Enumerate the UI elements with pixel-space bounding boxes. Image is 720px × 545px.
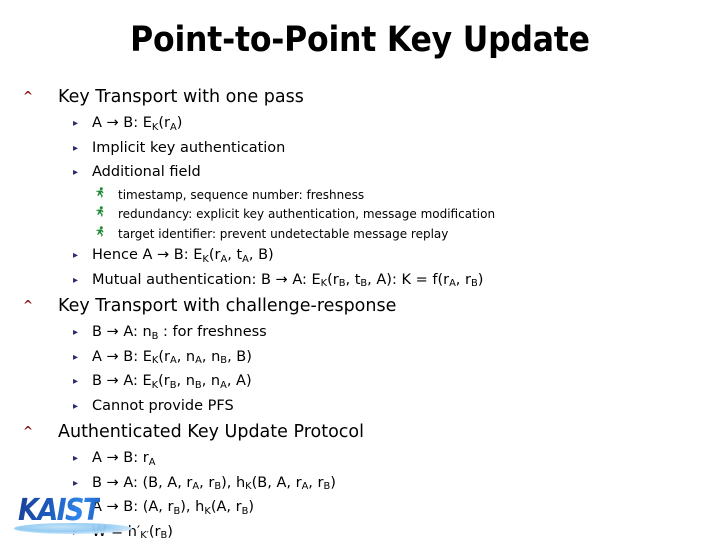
bullet-level2-icon: ▸: [73, 347, 92, 370]
section-authenticated-key-update-protocol: ^Authenticated Key Update Protocol: [0, 419, 720, 446]
bullet-level2-icon: ▸: [73, 162, 92, 185]
item-mutual-authentication-label: Mutual authentication: B → A: EK(rB, tB,…: [92, 269, 483, 294]
bullet-level2-icon: ▸: [73, 322, 92, 345]
bullet-level2-icon: ▸: [73, 245, 92, 268]
item-hence-a-to-b-label: Hence A → B: EK(rA, tA, B): [92, 244, 274, 269]
bullet-level1-icon: ^: [23, 83, 58, 109]
item-mutual-authentication: ▸Mutual authentication: B → A: EK(rB, tB…: [0, 269, 720, 294]
section-key-transport-challenge-response: ^Key Transport with challenge-response: [0, 293, 720, 320]
item-cannot-provide-pfs-label: Cannot provide PFS: [92, 395, 234, 418]
bullet-level3-icon: [96, 224, 118, 244]
item-redundancy-label: redundancy: explicit key authentication,…: [118, 205, 495, 225]
slide-body-outline: ^Key Transport with one pass▸A → B: EK(r…: [0, 84, 720, 545]
item-a-to-b-ek-ra-na-nb-b-label: A → B: EK(rA, nA, nB, B): [92, 346, 252, 371]
item-a-to-b-ek-ra: ▸A → B: EK(rA): [0, 112, 720, 137]
item-a-to-b-ek-ra-na-nb-b: ▸A → B: EK(rA, nA, nB, B): [0, 346, 720, 371]
kaist-logo: KAIST: [18, 492, 133, 534]
section-key-transport-one-pass-label: Key Transport with one pass: [58, 84, 304, 110]
kaist-wordmark: KAIST: [18, 493, 100, 528]
item-b-to-a-nb-freshness-label: B → A: nB : for freshness: [92, 321, 267, 346]
item-implicit-key-authentication: ▸Implicit key authentication: [0, 137, 720, 162]
bullet-level2-icon: ▸: [73, 396, 92, 419]
item-b-to-a-nb-freshness: ▸B → A: nB : for freshness: [0, 321, 720, 346]
item-implicit-key-authentication-label: Implicit key authentication: [92, 137, 285, 160]
item-b-to-a-ek-rb-nb-na-a-label: B → A: EK(rB, nB, nA, A): [92, 370, 252, 395]
bullet-level1-icon: ^: [23, 292, 58, 318]
section-authenticated-key-update-protocol-label: Authenticated Key Update Protocol: [58, 419, 364, 445]
page-title: Point-to-Point Key Update: [0, 22, 720, 59]
section-key-transport-challenge-response-label: Key Transport with challenge-response: [58, 293, 396, 319]
bullet-level2-icon: ▸: [73, 270, 92, 293]
item-cannot-provide-pfs: ▸Cannot provide PFS: [0, 395, 720, 420]
item-a-to-b-ek-ra-label: A → B: EK(rA): [92, 112, 182, 137]
bullet-level3-icon: [96, 185, 118, 205]
bullet-level2-icon: ▸: [73, 448, 92, 471]
bullet-level2-icon: ▸: [73, 113, 92, 136]
item-timestamp-sequence-number: timestamp, sequence number: freshness: [0, 186, 720, 206]
bullet-level3-icon: [96, 204, 118, 224]
section-key-transport-one-pass: ^Key Transport with one pass: [0, 84, 720, 111]
item-redundancy: redundancy: explicit key authentication,…: [0, 205, 720, 225]
item-hence-a-to-b: ▸Hence A → B: EK(rA, tA, B): [0, 244, 720, 269]
bullet-level2-icon: ▸: [73, 371, 92, 394]
item-timestamp-sequence-number-label: timestamp, sequence number: freshness: [118, 186, 364, 206]
item-b-to-a-ek-rb-nb-na-a: ▸B → A: EK(rB, nB, nA, A): [0, 370, 720, 395]
item-target-identifier: target identifier: prevent undetectable …: [0, 225, 720, 245]
bullet-level1-icon: ^: [23, 418, 58, 444]
item-a-to-b-ra-label: A → B: rA: [92, 447, 155, 472]
item-additional-field-label: Additional field: [92, 161, 201, 184]
item-target-identifier-label: target identifier: prevent undetectable …: [118, 225, 448, 245]
item-additional-field: ▸Additional field: [0, 161, 720, 186]
bullet-level2-icon: ▸: [73, 138, 92, 161]
item-a-to-b-ra: ▸A → B: rA: [0, 447, 720, 472]
